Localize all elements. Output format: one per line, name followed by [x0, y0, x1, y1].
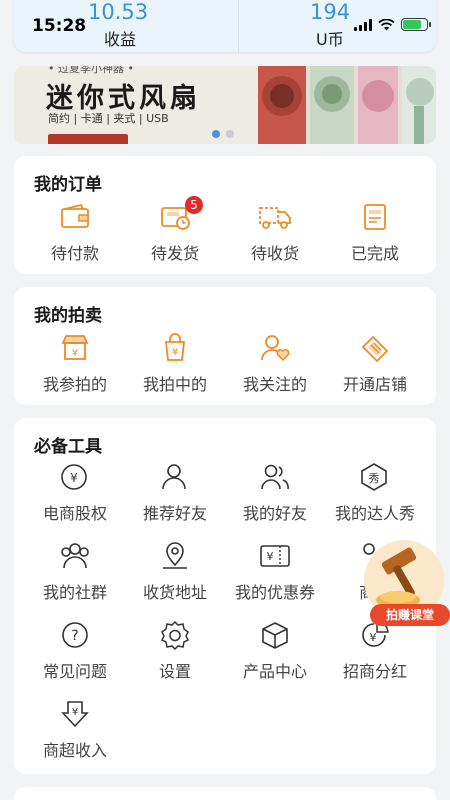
banner-pagination — [212, 130, 234, 138]
tool-label: 我的优惠券 — [234, 583, 315, 602]
wifi-icon — [378, 18, 395, 30]
earnings-label: 收益 — [104, 30, 137, 49]
orders-card: 我的订单 待付款 5 待发货 待收货 已完成 — [14, 156, 436, 274]
tool-label: 产品中心 — [242, 662, 307, 681]
auction-participated[interactable]: ¥ 我参拍的 — [25, 333, 125, 395]
location-pin-icon — [163, 542, 187, 569]
tool-ecommerce-equity[interactable]: ¥ 电商股权 — [25, 462, 125, 524]
tool-faq[interactable]: ? 常见问题 — [25, 620, 125, 682]
tool-label: 推荐好友 — [142, 504, 207, 523]
ucoin-value[interactable]: 194 — [310, 0, 350, 24]
order-completed[interactable]: 已完成 — [325, 202, 425, 264]
store-tag-icon — [361, 335, 389, 363]
tool-my-community[interactable]: 我的社群 — [25, 541, 125, 603]
auction-won[interactable]: ¥ 我拍中的 — [125, 333, 225, 395]
wallet-icon — [61, 203, 89, 228]
tool-label: 我的社群 — [42, 583, 107, 602]
tool-label: 设置 — [158, 662, 191, 681]
auction-participated-label: 我参拍的 — [42, 375, 107, 394]
truck-icon — [259, 207, 291, 229]
svg-text:¥: ¥ — [172, 347, 178, 358]
tool-supermarket-income[interactable]: ¥ 商超收入 — [25, 699, 125, 761]
order-pending-payment[interactable]: 待付款 — [25, 202, 125, 264]
svg-text:¥: ¥ — [370, 631, 377, 644]
group-icon — [61, 543, 89, 569]
svg-text:¥: ¥ — [72, 348, 78, 359]
users-icon — [261, 464, 289, 490]
auction-followed-label: 我关注的 — [242, 375, 307, 394]
box-icon — [262, 622, 288, 649]
shopping-bag-icon: ¥ — [164, 333, 186, 361]
shipment-count-badge: 5 — [185, 196, 203, 214]
banner-buy-button[interactable] — [48, 134, 128, 144]
svg-text:¥: ¥ — [267, 550, 274, 563]
coupon-icon: ¥ — [260, 545, 290, 567]
order-pending-shipment[interactable]: 5 待发货 — [125, 196, 225, 264]
tool-shipping-address[interactable]: 收货地址 — [125, 541, 225, 603]
tool-label: 常见问题 — [42, 662, 107, 681]
tool-refer-friend[interactable]: 推荐好友 — [125, 462, 225, 524]
pagination-dot[interactable] — [226, 130, 234, 138]
auction-won-label: 我拍中的 — [142, 375, 207, 394]
order-pending-receipt-label: 待收货 — [250, 244, 299, 263]
tool-label: 我的好友 — [242, 504, 307, 523]
tool-label: 商超收入 — [42, 741, 107, 760]
ucoin-label: U币 — [316, 30, 344, 49]
status-icons — [354, 18, 431, 31]
tools-title: 必备工具 — [34, 437, 102, 457]
user-add-icon — [162, 464, 186, 490]
stats-divider — [238, 0, 239, 52]
receipt-icon — [364, 204, 386, 230]
course-widget[interactable]: 拍赚课堂 — [358, 540, 450, 630]
tool-my-coupons[interactable]: ¥ 我的优惠券 — [225, 541, 325, 603]
auction-card: 我的拍卖 ¥ 我参拍的 ¥ 我拍中的 我关注的 开通店铺 — [14, 287, 436, 405]
tool-my-friends[interactable]: 我的好友 — [225, 462, 325, 524]
tool-label: 电商股权 — [42, 504, 107, 523]
open-store-label: 开通店铺 — [342, 375, 407, 394]
auction-title: 我的拍卖 — [34, 306, 102, 326]
tool-my-talent-show[interactable]: 秀 我的达人秀 — [325, 462, 425, 524]
gavel-icon — [376, 547, 420, 608]
orders-title: 我的订单 — [34, 175, 102, 195]
order-completed-label: 已完成 — [350, 244, 399, 263]
banner-subtitle: 简约 | 卡通 | 夹式 | USB — [48, 112, 169, 125]
earnings-value[interactable]: 10.53 — [88, 0, 148, 24]
tool-settings[interactable]: 设置 — [125, 620, 225, 682]
tool-label: 我的达人秀 — [334, 504, 415, 523]
tool-label: 收货地址 — [142, 583, 207, 602]
order-pending-receipt[interactable]: 待收货 — [225, 202, 325, 264]
banner-top-text: • 过夏季小神器 • — [48, 66, 134, 75]
svg-text:秀: 秀 — [369, 472, 380, 485]
fan-product-image — [258, 66, 436, 144]
svg-text:?: ? — [71, 628, 78, 644]
status-time: 15:28 — [32, 16, 87, 36]
shop-icon: ¥ — [61, 335, 89, 360]
gear-icon — [160, 620, 190, 650]
open-store[interactable]: 开通店铺 — [325, 333, 425, 395]
course-label[interactable]: 拍赚课堂 — [370, 604, 450, 626]
auction-followed[interactable]: 我关注的 — [225, 333, 325, 395]
order-pending-payment-label: 待付款 — [50, 244, 99, 263]
yen-download-icon: ¥ — [61, 701, 89, 728]
tool-product-center[interactable]: 产品中心 — [225, 620, 325, 682]
user-heart-icon — [261, 335, 290, 362]
order-pending-shipment-label: 待发货 — [150, 244, 199, 263]
battery-icon — [401, 18, 431, 31]
show-badge-icon: 秀 — [361, 463, 387, 491]
signal-icon — [354, 18, 372, 31]
svg-text:¥: ¥ — [72, 707, 78, 718]
svg-text:¥: ¥ — [70, 471, 78, 485]
bottom-card — [14, 787, 436, 800]
tool-label: 招商分红 — [342, 662, 407, 681]
yen-circle-icon: ¥ — [61, 464, 87, 490]
promo-banner[interactable]: • 过夏季小神器 • 迷你式风扇 简约 | 卡通 | 夹式 | USB — [14, 66, 436, 144]
question-circle-icon: ? — [62, 622, 88, 648]
pagination-dot-active[interactable] — [212, 130, 220, 138]
